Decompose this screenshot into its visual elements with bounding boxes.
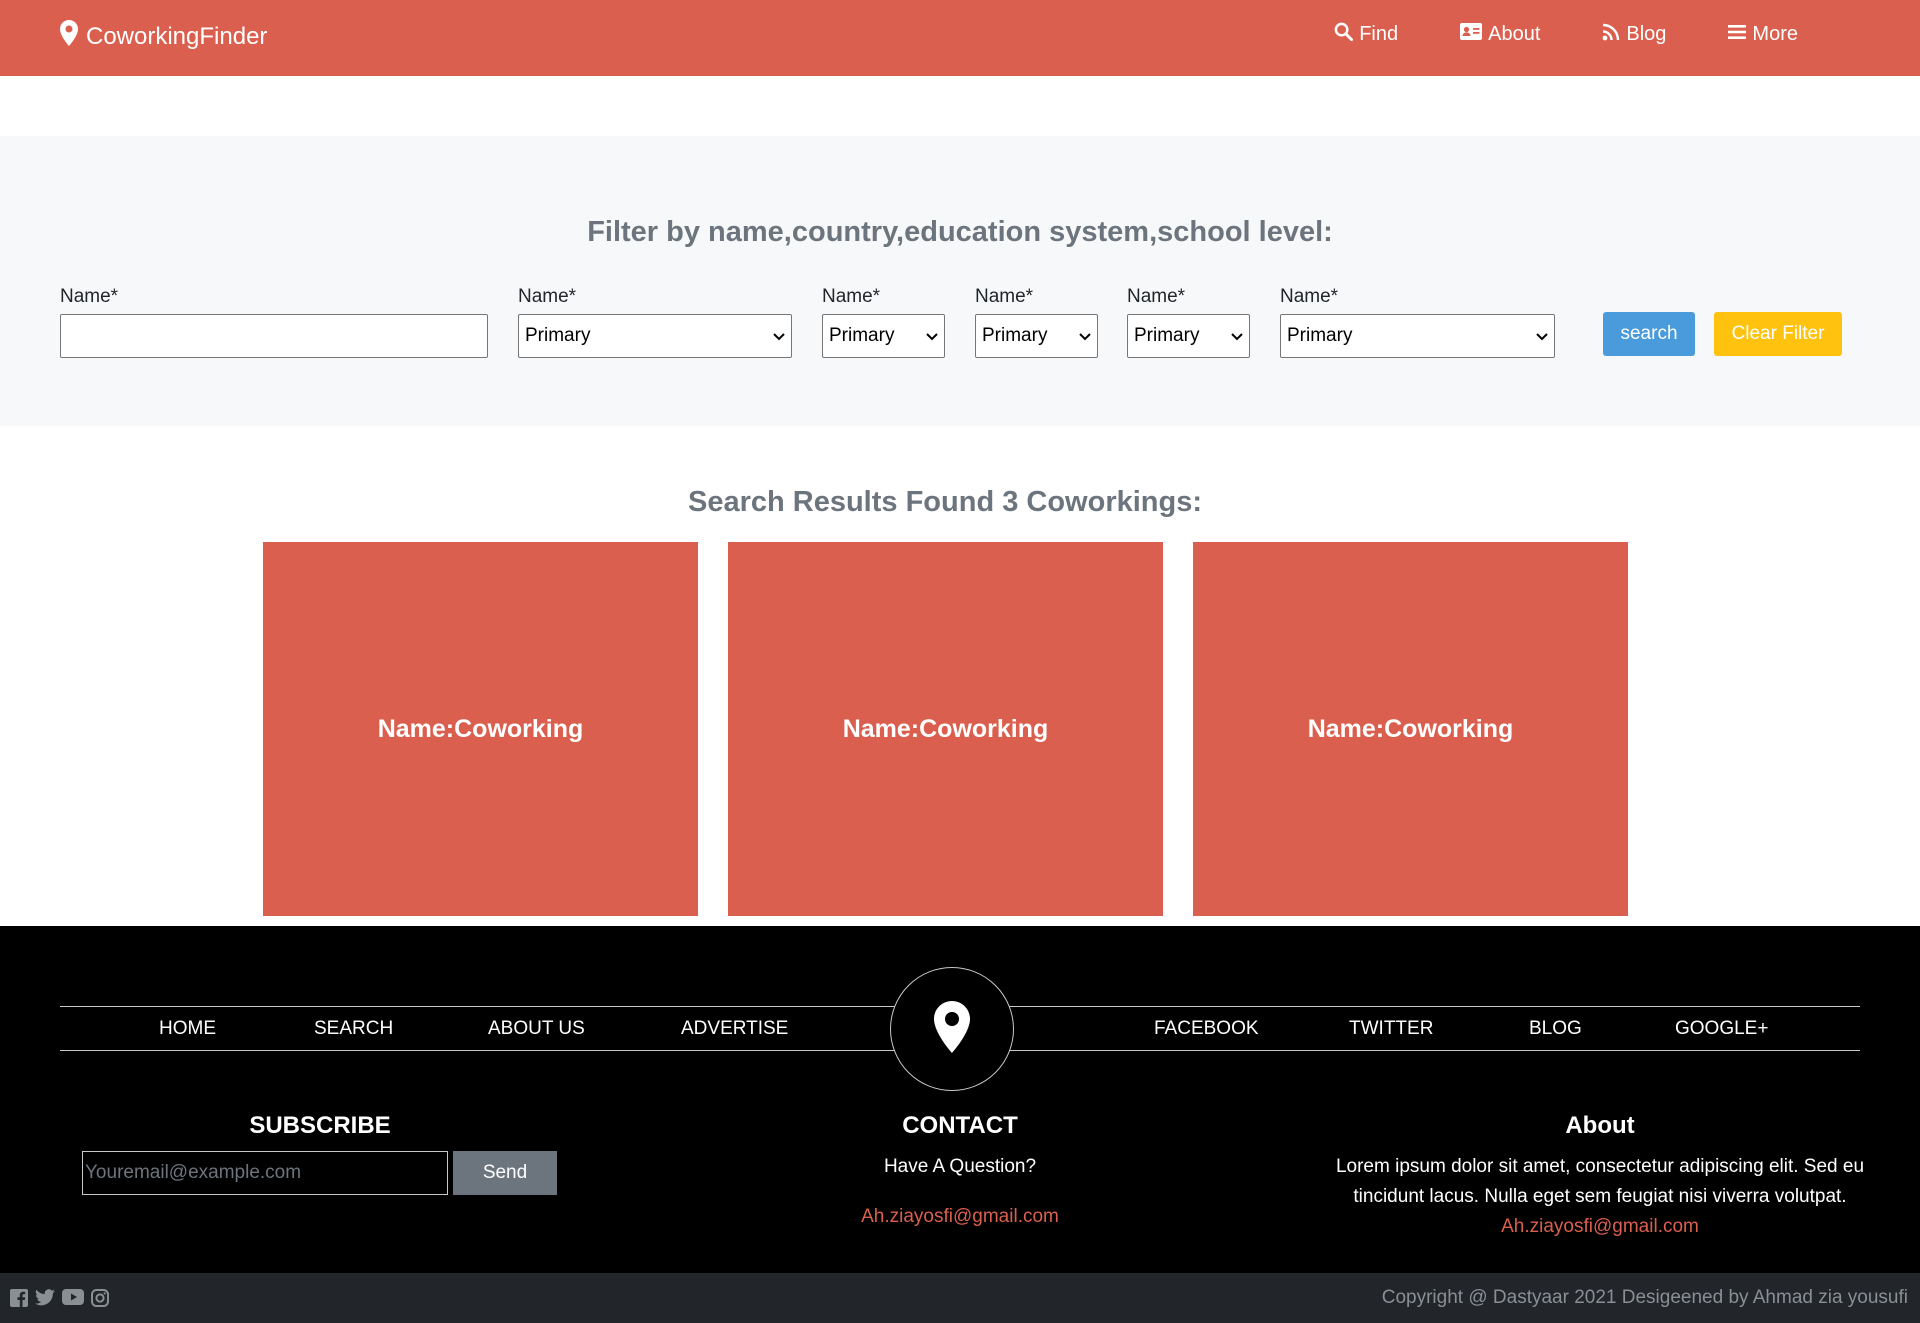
brand-name: CoworkingFinder	[86, 22, 268, 50]
search-icon	[1334, 22, 1359, 47]
filter-field-4: Name* Primary	[975, 286, 1098, 358]
about-title: About	[1565, 1112, 1635, 1139]
footer-logo	[890, 967, 1014, 1091]
youtube-icon[interactable]	[62, 1289, 84, 1307]
contact-title: CONTACT	[902, 1112, 1018, 1139]
bottom-bar: Copyright @ Dastyaar 2021 Desigeened by …	[0, 1273, 1920, 1323]
nav-blog-label: Blog	[1626, 23, 1667, 45]
nav-more[interactable]: More	[1728, 22, 1798, 47]
select-value: Primary	[525, 325, 591, 346]
subscribe-email-input[interactable]	[82, 1151, 448, 1195]
footer-link-search[interactable]: SEARCH	[314, 1018, 393, 1040]
social-icons	[10, 1289, 116, 1307]
footer-link-home[interactable]: HOME	[159, 1018, 216, 1040]
filter-field-name: Name*	[60, 286, 488, 358]
footer-link-advertise[interactable]: ADVERTISE	[681, 1018, 788, 1040]
copyright-text: Copyright @ Dastyaar 2021 Desigeened by …	[1381, 1287, 1908, 1308]
instagram-icon[interactable]	[91, 1289, 109, 1307]
search-button[interactable]: search	[1603, 312, 1695, 356]
nav-find[interactable]: Find	[1334, 22, 1398, 47]
chevron-down-icon	[1231, 325, 1243, 347]
about-email-link[interactable]: Ah.ziayosfi@gmail.com	[1300, 1212, 1900, 1242]
select-4[interactable]: Primary	[1127, 314, 1250, 358]
footer: HOME SEARCH ABOUT US ADVERTISE FACEBOOK …	[0, 926, 1920, 1273]
nav-more-label: More	[1752, 23, 1798, 45]
about-text-line: tincidunt lacus. Nulla eget sem feugiat …	[1353, 1186, 1847, 1207]
about-text-line: Lorem ipsum dolor sit amet, consectetur …	[1335, 1156, 1865, 1177]
id-card-icon	[1460, 23, 1488, 46]
select-value: Primary	[982, 325, 1048, 346]
select-2[interactable]: Primary	[822, 314, 945, 358]
twitter-icon[interactable]	[35, 1289, 55, 1307]
coworking-card[interactable]: Name:Coworking	[728, 542, 1163, 916]
select-value: Primary	[1287, 325, 1353, 346]
select-5[interactable]: Primary	[1280, 314, 1555, 358]
navbar: CoworkingFinder Find About Blog More	[0, 0, 1920, 76]
field-label: Name*	[1127, 286, 1186, 307]
chevron-down-icon	[773, 325, 785, 347]
chevron-down-icon	[926, 325, 938, 347]
rss-icon	[1602, 23, 1626, 47]
clear-filter-button[interactable]: Clear Filter	[1714, 312, 1842, 356]
select-1[interactable]: Primary	[518, 314, 792, 358]
filter-field-5: Name* Primary	[1127, 286, 1250, 358]
filter-field-2: Name* Primary	[518, 286, 792, 358]
brand-link[interactable]: CoworkingFinder	[60, 20, 267, 53]
map-marker-icon	[60, 20, 86, 53]
select-value: Primary	[1134, 325, 1200, 346]
nav-find-label: Find	[1359, 23, 1399, 45]
footer-link-blog[interactable]: BLOG	[1529, 1018, 1582, 1040]
nav-blog[interactable]: Blog	[1602, 22, 1666, 47]
field-label: Name*	[60, 286, 119, 307]
field-label: Name*	[822, 286, 881, 307]
name-input[interactable]	[60, 314, 488, 358]
footer-link-facebook[interactable]: FACEBOOK	[1154, 1018, 1259, 1040]
facebook-icon[interactable]	[10, 1289, 28, 1307]
field-label: Name*	[975, 286, 1034, 307]
coworking-card[interactable]: Name:Coworking	[1193, 542, 1628, 916]
filter-field-6: Name* Primary	[1280, 286, 1555, 358]
nav-about-label: About	[1488, 23, 1541, 45]
filter-field-3: Name* Primary	[822, 286, 945, 358]
select-3[interactable]: Primary	[975, 314, 1098, 358]
chevron-down-icon	[1536, 325, 1548, 347]
footer-link-googleplus[interactable]: GOOGLE+	[1675, 1018, 1768, 1040]
results-title: Search Results Found 3 Coworkings:	[687, 486, 1203, 518]
menu-icon	[1728, 23, 1752, 46]
footer-link-about[interactable]: ABOUT US	[488, 1018, 585, 1040]
subscribe-title: SUBSCRIBE	[249, 1112, 391, 1139]
send-button[interactable]: Send	[453, 1151, 557, 1195]
contact-question: Have A Question?	[883, 1156, 1037, 1177]
nav-links: Find About Blog More	[1272, 22, 1798, 47]
chevron-down-icon	[1079, 325, 1091, 347]
filter-section: Filter by name,country,education system,…	[0, 136, 1920, 426]
footer-link-twitter[interactable]: TWITTER	[1349, 1018, 1433, 1040]
filter-title: Filter by name,country,education system,…	[587, 216, 1333, 248]
nav-about[interactable]: About	[1460, 22, 1540, 47]
field-label: Name*	[1280, 286, 1339, 307]
select-value: Primary	[829, 325, 895, 346]
map-marker-icon	[933, 1000, 971, 1058]
coworking-card[interactable]: Name:Coworking	[263, 542, 698, 916]
field-label: Name*	[518, 286, 577, 307]
contact-email-link[interactable]: Ah.ziayosfi@gmail.com	[800, 1202, 1120, 1232]
